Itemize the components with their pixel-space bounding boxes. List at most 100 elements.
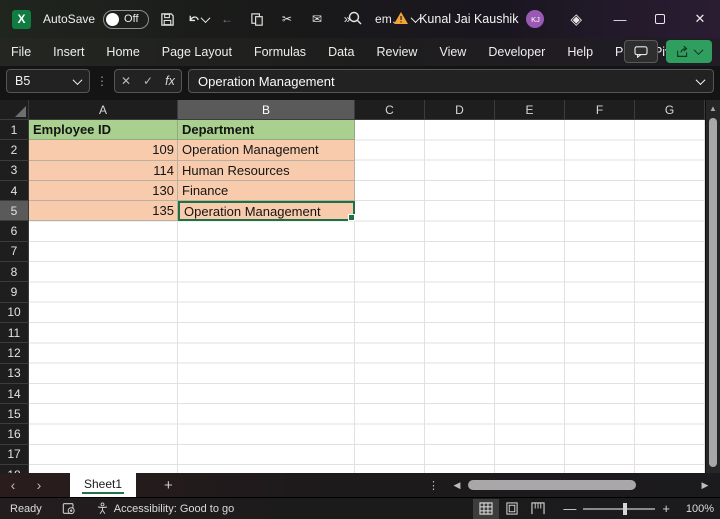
- row-header-8[interactable]: 8: [0, 262, 29, 283]
- tab-view[interactable]: View: [428, 38, 477, 66]
- formula-bar-expand-chevron[interactable]: [695, 74, 706, 85]
- row-header-3[interactable]: 3: [0, 160, 29, 181]
- status-bar: Ready Accessibility: Good to go — + 100%: [0, 497, 720, 519]
- enter-button[interactable]: ✓: [137, 70, 159, 92]
- tab-help[interactable]: Help: [556, 38, 604, 66]
- share-button[interactable]: [666, 40, 712, 63]
- cell-b1[interactable]: Department: [178, 120, 355, 141]
- zoom-slider[interactable]: [583, 502, 656, 515]
- cut-icon[interactable]: ✂: [275, 6, 299, 32]
- vertical-scrollbar[interactable]: ▲: [705, 100, 720, 473]
- warning-icon[interactable]: [393, 11, 409, 28]
- column-header-a[interactable]: A: [29, 100, 178, 120]
- formula-value: Operation Management: [198, 73, 335, 89]
- row-header-18[interactable]: 18: [0, 465, 29, 473]
- scroll-left-icon[interactable]: ◀: [450, 480, 464, 491]
- selected-cell-b5[interactable]: Operation Management: [178, 201, 355, 222]
- horizontal-scroll-thumb[interactable]: [468, 480, 637, 490]
- row-header-1[interactable]: 1: [0, 120, 29, 141]
- tab-bar-options-icon[interactable]: ⋮: [428, 479, 439, 492]
- macro-record-button[interactable]: [52, 498, 86, 519]
- row-header-11[interactable]: 11: [0, 322, 29, 344]
- formula-input[interactable]: Operation Management: [188, 69, 714, 93]
- tab-insert[interactable]: Insert: [42, 38, 95, 66]
- row-header-9[interactable]: 9: [0, 282, 29, 303]
- copy-button[interactable]: [245, 6, 269, 32]
- row-header-16[interactable]: 16: [0, 424, 29, 445]
- row-header-17[interactable]: 17: [0, 444, 29, 466]
- normal-view-button[interactable]: [473, 498, 500, 519]
- title-bar: X AutoSave Off ← ✂ ✉ » em… Kunal Jai Kau…: [0, 0, 720, 38]
- row-header-15[interactable]: 15: [0, 404, 29, 425]
- zoom-in-button[interactable]: +: [662, 501, 670, 516]
- insert-function-button[interactable]: fx: [159, 70, 181, 92]
- cell-a4[interactable]: 130: [29, 180, 178, 202]
- redo-button[interactable]: ←: [215, 6, 239, 32]
- horizontal-scroll-track[interactable]: [464, 479, 698, 491]
- namebox-resize-handle[interactable]: ⋮: [96, 74, 108, 88]
- save-button[interactable]: [155, 6, 179, 32]
- minimize-button[interactable]: —: [600, 0, 640, 38]
- row-header-10[interactable]: 10: [0, 302, 29, 323]
- table-row: 135 Operation Management: [29, 201, 355, 222]
- row-header-7[interactable]: 7: [0, 241, 29, 263]
- cell-a5[interactable]: 135: [29, 201, 178, 222]
- column-header-c[interactable]: C: [355, 100, 425, 120]
- cell-a3[interactable]: 114: [29, 160, 178, 181]
- cell-a1[interactable]: Employee ID: [29, 120, 178, 141]
- share-dropdown-chevron[interactable]: [693, 45, 704, 56]
- sheet-nav-right-icon[interactable]: ›: [26, 477, 52, 493]
- autosave-toggle[interactable]: Off: [103, 9, 150, 29]
- formula-buttons: ✕ ✓ fx: [114, 69, 182, 93]
- tab-formulas[interactable]: Formulas: [243, 38, 317, 66]
- zoom-slider-thumb[interactable]: [623, 502, 627, 515]
- cell-b4[interactable]: Finance: [178, 180, 355, 202]
- scroll-up-icon[interactable]: ▲: [706, 100, 720, 116]
- column-header-f[interactable]: F: [565, 100, 635, 120]
- tab-home[interactable]: Home: [95, 38, 150, 66]
- row-header-6[interactable]: 6: [0, 221, 29, 242]
- sheet-tab-sheet1[interactable]: Sheet1: [70, 473, 137, 497]
- row-header-13[interactable]: 13: [0, 363, 29, 384]
- avatar[interactable]: KJ: [526, 10, 545, 28]
- page-break-preview-button[interactable]: [525, 499, 551, 519]
- undo-button[interactable]: [185, 6, 210, 32]
- column-header-e[interactable]: E: [495, 100, 565, 120]
- row-header-4[interactable]: 4: [0, 180, 29, 202]
- tab-review[interactable]: Review: [365, 38, 428, 66]
- row-header-5[interactable]: 5: [0, 201, 29, 222]
- page-layout-view-button[interactable]: [499, 499, 525, 519]
- tab-page-layout[interactable]: Page Layout: [151, 38, 243, 66]
- tab-data[interactable]: Data: [317, 38, 365, 66]
- zoom-level[interactable]: 100%: [676, 503, 714, 515]
- column-header-b[interactable]: B: [178, 100, 355, 120]
- row-header-12[interactable]: 12: [0, 343, 29, 364]
- search-icon[interactable]: [347, 10, 363, 29]
- cell-b3[interactable]: Human Resources: [178, 160, 355, 181]
- zoom-out-button[interactable]: —: [563, 501, 576, 516]
- cell-a2[interactable]: 109: [29, 140, 178, 161]
- tab-file[interactable]: File: [0, 38, 42, 66]
- column-header-d[interactable]: D: [425, 100, 495, 120]
- autosave-label: AutoSave: [43, 12, 96, 26]
- row-header-14[interactable]: 14: [0, 383, 29, 405]
- cancel-button[interactable]: ✕: [115, 70, 137, 92]
- mail-icon[interactable]: ✉: [305, 6, 329, 32]
- select-all-button[interactable]: [0, 100, 29, 120]
- close-button[interactable]: ✕: [680, 0, 720, 38]
- accessibility-status[interactable]: Accessibility: Good to go: [86, 498, 244, 519]
- maximize-button[interactable]: [640, 0, 680, 38]
- add-sheet-button[interactable]: +: [164, 477, 173, 494]
- name-box[interactable]: B5: [6, 69, 90, 93]
- tab-developer[interactable]: Developer: [477, 38, 556, 66]
- row-header-2[interactable]: 2: [0, 140, 29, 161]
- undo-dropdown-chevron[interactable]: [200, 12, 210, 23]
- comments-button[interactable]: [624, 40, 658, 63]
- cell-b2[interactable]: Operation Management: [178, 140, 355, 161]
- scroll-right-icon[interactable]: ▶: [698, 480, 712, 491]
- horizontal-scrollbar[interactable]: ◀ ▶: [450, 477, 712, 493]
- column-header-g[interactable]: G: [635, 100, 705, 120]
- gem-icon[interactable]: ◈: [570, 10, 582, 28]
- vertical-scroll-thumb[interactable]: [709, 118, 717, 467]
- sheet-nav-left-icon[interactable]: ‹: [0, 477, 26, 493]
